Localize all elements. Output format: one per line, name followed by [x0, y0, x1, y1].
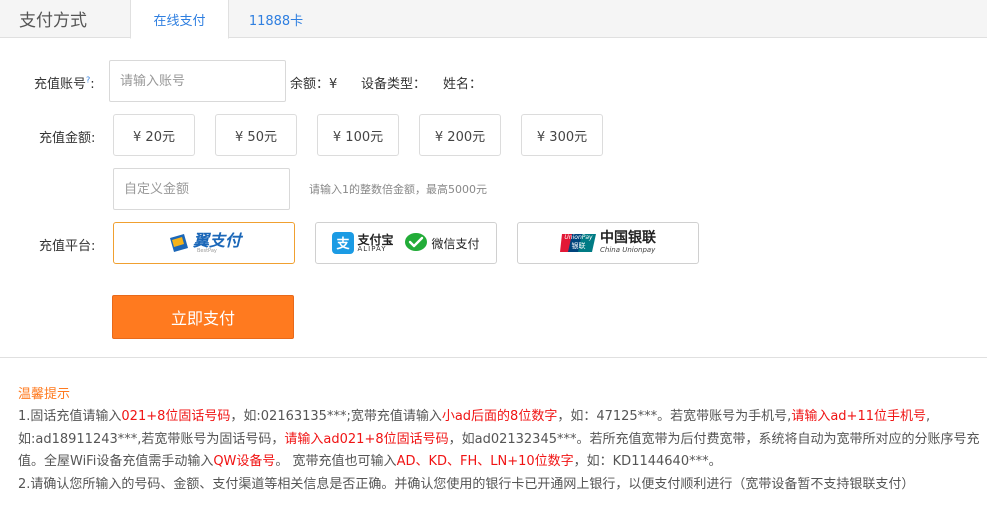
tip-text: 。 宽带充值也可输入	[275, 454, 397, 469]
unionpay-logo-icon: UnionPay 银联	[560, 232, 596, 254]
amount-option-50[interactable]: ¥ 50元	[215, 114, 297, 156]
tip-highlight: QW设备号	[213, 454, 276, 469]
unionpay-sub: China Unionpay	[600, 245, 656, 254]
platform-label: 充值平台:	[39, 239, 96, 254]
tab-online-payment[interactable]: 在线支付	[130, 0, 229, 39]
name-label: 姓名：	[443, 77, 483, 92]
tip-highlight: AD、KD、FH、LN+10位数字	[396, 454, 574, 469]
unionpay-badge-text-cn: 银联	[571, 242, 586, 250]
unionpay-badge-text: UnionPay	[564, 234, 593, 241]
balance-label: 余额：¥	[290, 73, 337, 92]
account-input[interactable]	[109, 60, 286, 102]
alipay-sub: ALIPAY	[357, 244, 387, 253]
amount-hint: 请输入1的整数倍金额，最高5000元	[309, 183, 487, 196]
tip-text: ，如：47125***。若宽带账号为手机号,	[557, 409, 792, 424]
platform-alipay-wechat[interactable]: 支 支付宝 ALIPAY 微信支付	[315, 222, 497, 264]
bestpay-name: 翼支付	[192, 230, 241, 250]
tip-highlight: 请输入ad021+8位固话号码	[284, 431, 449, 447]
device-type-label: 设备类型：	[361, 77, 427, 92]
page-title: 支付方式	[19, 11, 87, 31]
amount-option-300[interactable]: ¥ 300元	[521, 114, 603, 156]
payment-header: 支付方式 在线支付 11888卡	[0, 0, 987, 39]
tip-text: ，如:02163135***;宽带充值请输入	[230, 409, 442, 424]
tip-paragraph-2: 2.请确认您所输入的号码、金额、支付渠道等相关信息是否正确。并确认您使用的银行卡…	[18, 476, 915, 492]
tip-text: ，如：KD1144640***。	[573, 454, 722, 469]
account-label-colon: :	[90, 77, 95, 92]
alipay-logo-icon: 支	[332, 232, 355, 254]
tip-paragraph-1: 1.固话充值请输入021+8位固话号码，如:02163135***;宽带充值请输…	[18, 406, 980, 474]
bestpay-logo-icon	[167, 232, 191, 254]
amount-option-20[interactable]: ¥ 20元	[113, 114, 195, 156]
custom-amount-input[interactable]	[113, 168, 290, 210]
tab-11888-card[interactable]: 11888卡	[238, 0, 314, 39]
account-label-text: 充值账号	[34, 77, 87, 92]
svg-text:支: 支	[336, 236, 351, 252]
pay-now-button[interactable]: 立即支付	[112, 295, 294, 339]
platform-unionpay[interactable]: UnionPay 银联 中国银联 China Unionpay	[517, 222, 699, 264]
bestpay-sub: BestPay	[196, 247, 217, 254]
amount-option-200[interactable]: ¥ 200元	[419, 114, 501, 156]
tip-highlight: 请输入ad+11位手机号	[791, 409, 926, 424]
amount-option-100[interactable]: ¥ 100元	[317, 114, 399, 156]
balance-value: ¥	[329, 77, 338, 92]
tip-highlight: 小ad后面的8位数字	[441, 409, 558, 424]
unionpay-name: 中国银联	[600, 230, 656, 247]
alipay-name: 支付宝	[357, 232, 394, 247]
amount-label: 充值金额:	[39, 131, 96, 146]
tips-title: 温馨提示	[18, 387, 71, 402]
wechat-pay-icon	[404, 232, 428, 254]
tips-body: 1.固话充值请输入021+8位固话号码，如:02163135***;宽带充值请输…	[18, 406, 980, 496]
platform-bestpay[interactable]: 翼支付 BestPay	[113, 222, 295, 264]
tip-text: 1.固话充值请输入	[18, 409, 122, 424]
wechat-pay-label: 微信支付	[431, 236, 480, 251]
tip-highlight: 021+8位固话号码	[121, 409, 231, 424]
balance-label-text: 余额：	[290, 77, 330, 92]
account-label: 充值账号?:	[34, 73, 95, 92]
section-divider	[0, 357, 987, 358]
